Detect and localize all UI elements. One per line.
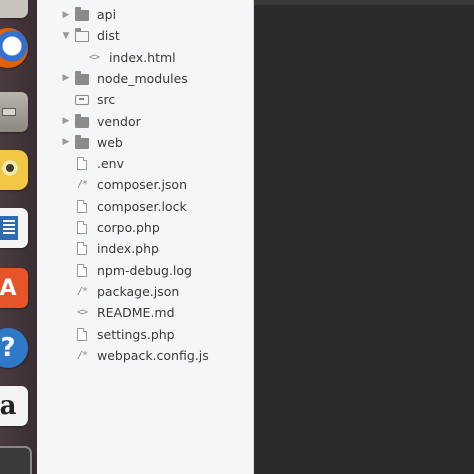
- chevron-right-icon[interactable]: ▶: [59, 116, 73, 126]
- folder-icon: [73, 113, 91, 128]
- help-icon[interactable]: ?: [0, 328, 28, 368]
- tree-file-item[interactable]: <> README.md: [37, 302, 275, 323]
- tree-item-label: web: [97, 134, 123, 150]
- editor-pane[interactable]: [254, 0, 474, 474]
- code-file-icon: <>: [76, 307, 88, 319]
- tree-folder-item[interactable]: ▶ vendor: [37, 111, 275, 132]
- chevron-right-icon[interactable]: ▶: [59, 137, 73, 147]
- file-icon: [73, 157, 91, 171]
- tree-item-label: composer.json: [97, 177, 188, 193]
- tree-file-item[interactable]: .env: [37, 153, 275, 174]
- tree-item-label: api: [97, 7, 117, 22]
- tree-folder-item[interactable]: ▶ api: [37, 4, 275, 25]
- file-icon: [73, 263, 91, 277]
- files-icon[interactable]: [0, 92, 28, 132]
- rhythmbox-icon[interactable]: [0, 150, 28, 190]
- chevron-down-icon[interactable]: ▼: [59, 31, 73, 41]
- tree-file-item[interactable]: npm-debug.log: [37, 260, 275, 281]
- software-center-icon[interactable]: A: [0, 268, 28, 308]
- tree-folder-item[interactable]: ▶ web: [37, 132, 275, 153]
- folder-icon: [73, 134, 91, 149]
- script-file-icon: /*: [76, 179, 88, 191]
- tree-item-label: index.html: [109, 49, 176, 65]
- tree-item-label: corpo.php: [97, 220, 160, 235]
- tree-item-label: dist: [97, 28, 120, 44]
- file-icon: [73, 221, 91, 235]
- libreoffice-writer-icon[interactable]: [0, 208, 28, 248]
- folder-icon: [73, 70, 91, 85]
- launcher-bottom-app-icon[interactable]: [0, 446, 32, 474]
- tree-item-label: index.php: [97, 241, 159, 257]
- launcher-top-app-icon[interactable]: [0, 0, 28, 18]
- tree-item-label: npm-debug.log: [97, 262, 192, 278]
- tree-item-label: webpack.config.js: [97, 347, 209, 363]
- editor-tab-bar: [254, 0, 474, 5]
- folder-repo-icon: [73, 93, 91, 107]
- script-file-icon: /*: [76, 349, 88, 361]
- script-file-icon: /*: [76, 285, 88, 297]
- chevron-right-icon[interactable]: ▶: [59, 10, 73, 20]
- tree-item-label: package.json: [97, 283, 180, 299]
- amazon-icon[interactable]: a: [0, 386, 28, 426]
- tree-item-label: vendor: [97, 113, 141, 129]
- tree-file-item[interactable]: /* composer.json: [37, 174, 275, 195]
- tree-item-label: README.md: [97, 305, 175, 321]
- tree-file-item[interactable]: settings.php: [37, 324, 275, 345]
- tree-file-item[interactable]: corpo.php: [37, 217, 275, 238]
- tree-folder-item[interactable]: src: [37, 89, 275, 110]
- chevron-right-icon[interactable]: ▶: [59, 73, 73, 83]
- ubuntu-launcher: A ? a: [0, 0, 37, 474]
- tree-item-label: settings.php: [97, 326, 175, 342]
- file-tree-sidebar: ▶ api ▼ dist <> index.html ▶ node_modulessrc ▶ ve…: [37, 0, 254, 474]
- tree-item-label: node_modules: [97, 70, 188, 86]
- tree-file-item[interactable]: /* package.json: [37, 281, 275, 302]
- tree-folder-item[interactable]: ▼ dist: [37, 25, 275, 46]
- file-icon: [73, 327, 91, 341]
- firefox-icon[interactable]: [0, 28, 28, 68]
- tree-item-label: composer.lock: [97, 198, 187, 214]
- code-file-icon: <>: [88, 51, 100, 63]
- file-icon: [73, 242, 91, 256]
- tree-file-item[interactable]: <> index.html: [37, 47, 287, 68]
- tree-item-label: src: [97, 92, 116, 108]
- tree-folder-item[interactable]: ▶ node_modules: [37, 68, 275, 89]
- tree-file-item[interactable]: composer.lock: [37, 196, 275, 217]
- file-icon: [73, 199, 91, 213]
- tree-item-label: .env: [97, 156, 124, 172]
- folder-open-icon: [73, 28, 91, 43]
- tree-file-item[interactable]: index.php: [37, 238, 275, 259]
- folder-icon: [73, 7, 91, 22]
- tree-file-item[interactable]: /* webpack.config.js: [37, 345, 275, 366]
